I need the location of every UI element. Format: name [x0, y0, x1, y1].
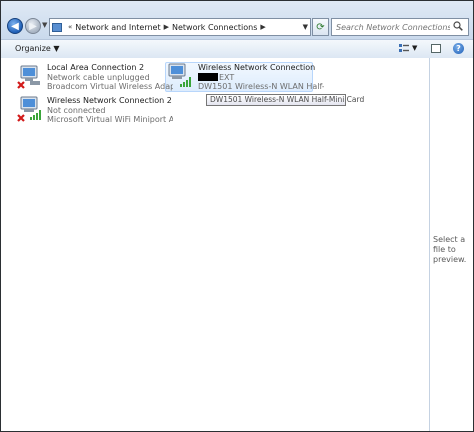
connection-status: Not connected [47, 105, 106, 115]
wired-network-icon [17, 65, 40, 89]
refresh-button[interactable]: ⟳ [312, 18, 329, 36]
search-input[interactable] [331, 18, 469, 36]
connection-device: Broadcom Virtual Wireless Adapter [47, 82, 173, 91]
recent-pages-dropdown[interactable]: ▼ [42, 21, 48, 31]
chevron-right-icon[interactable]: ▶ [164, 23, 169, 31]
preview-message: Select a file to preview. [433, 235, 467, 264]
connection-device: Microsoft Virtual WiFi Miniport A... [47, 115, 173, 124]
change-view-icon[interactable] [399, 44, 409, 53]
breadcrumb-network-connections[interactable]: Network Connections [172, 23, 257, 32]
connection-name: Wireless Network Connection 2 [47, 96, 172, 105]
list-item-wireless-network-connection[interactable]: Wireless Network Connection EXT DW1501 W… [167, 63, 324, 91]
search-icon[interactable] [453, 21, 463, 31]
connection-name: Local Area Connection 2 [47, 63, 145, 72]
connection-details: Local Area Connection 2 Network cable un… [47, 63, 173, 92]
connection-network: EXT [198, 73, 324, 83]
connection-details: Wireless Network Connection 2 Not connec… [47, 96, 173, 125]
chevron-overflow-icon[interactable]: « [68, 23, 72, 31]
organize-menu[interactable]: Organize ▼ [15, 44, 60, 53]
explorer-window: ◀ ▶ ▼ « Network and Internet ▶ Network C… [0, 0, 474, 432]
help-icon[interactable]: ? [453, 43, 464, 54]
list-item-local-area-connection-2[interactable]: Local Area Connection 2 Network cable un… [16, 63, 176, 93]
connection-details: Wireless Network Connection EXT DW1501 W… [198, 63, 324, 92]
wireless-network-icon [168, 63, 191, 87]
address-dropdown-icon[interactable]: ▼ [303, 23, 308, 31]
connection-device: DW1501 Wireless-N WLAN Half-... [198, 82, 324, 91]
chevron-right-icon[interactable]: ▶ [260, 23, 265, 31]
navigation-bar: ◀ ▶ ▼ « Network and Internet ▶ Network C… [1, 1, 473, 39]
connection-status: Network cable unplugged [47, 72, 150, 82]
views-dropdown-icon[interactable]: ▼ [412, 44, 417, 52]
control-panel-icon [52, 22, 62, 32]
command-bar: Organize ▼ ▼ ? [1, 39, 473, 59]
connection-name: Wireless Network Connection [198, 63, 316, 72]
breadcrumb-network-and-internet[interactable]: Network and Internet [75, 23, 160, 32]
wireless-network-icon [17, 96, 41, 122]
preview-pane: Select a file to preview. [430, 58, 473, 431]
address-bar[interactable]: « Network and Internet ▶ Network Connect… [49, 18, 311, 36]
device-tooltip: DW1501 Wireless-N WLAN Half-Mini Card [206, 94, 364, 106]
list-item-wireless-network-connection-2[interactable]: Wireless Network Connection 2 Not connec… [16, 96, 176, 126]
network-name-suffix: EXT [219, 72, 235, 82]
organize-label: Organize [15, 44, 51, 53]
redaction-bar [198, 73, 218, 81]
back-button[interactable]: ◀ [7, 18, 23, 34]
preview-pane-icon[interactable] [431, 44, 441, 53]
forward-button[interactable]: ▶ [25, 18, 41, 34]
